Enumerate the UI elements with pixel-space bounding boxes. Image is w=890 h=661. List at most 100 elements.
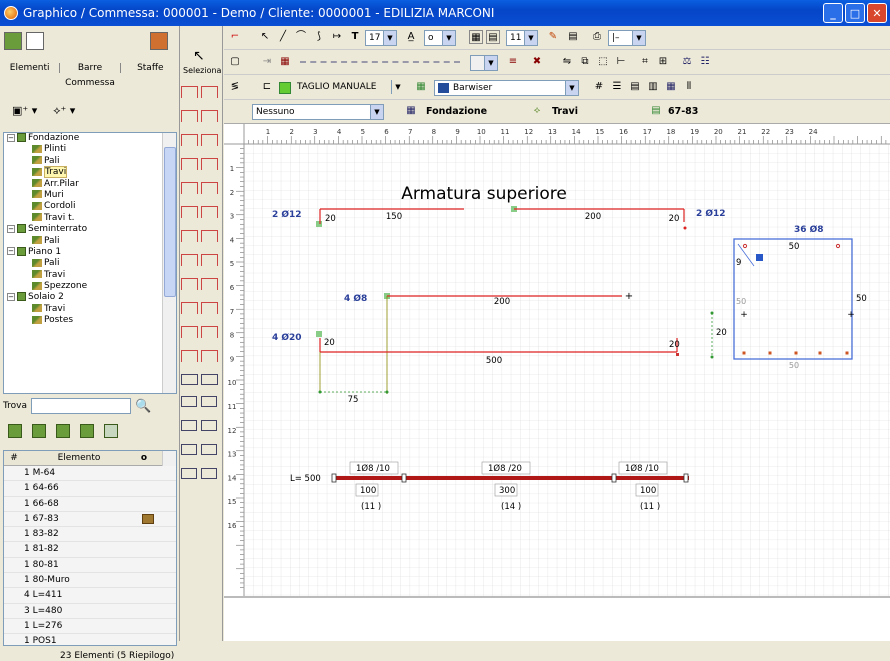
table-row[interactable]: 1 67-83 xyxy=(4,511,176,528)
print-icon[interactable]: ⎙ xyxy=(590,30,604,44)
bar-endpoint[interactable] xyxy=(316,331,322,337)
box-tool-icon[interactable] xyxy=(181,468,197,479)
col-num[interactable]: # xyxy=(4,453,24,463)
bar-split-icon[interactable]: ⇋ xyxy=(560,55,574,69)
add-icon[interactable] xyxy=(8,424,22,438)
grid-icon[interactable]: ▦ xyxy=(469,30,483,44)
document-icon[interactable] xyxy=(26,32,44,50)
bar-shape-tool-icon[interactable] xyxy=(201,350,218,362)
collapse-icon[interactable]: − xyxy=(7,292,15,301)
hatch-icon[interactable]: # xyxy=(592,80,606,94)
dim-point[interactable] xyxy=(710,311,714,315)
tree-group[interactable]: − Fondazione xyxy=(4,133,176,144)
minimize-button[interactable]: _ xyxy=(823,3,843,23)
nessuno-select[interactable]: Nessuno ▼ xyxy=(252,104,384,120)
tree-item[interactable]: Pali xyxy=(4,236,176,247)
table-row[interactable]: 1 80-81 xyxy=(4,557,176,574)
bar-link-icon[interactable]: ⬚ xyxy=(596,55,610,69)
bar-shape-tool-icon[interactable] xyxy=(201,302,218,314)
tree-item[interactable]: Plinti xyxy=(4,144,176,155)
box-tool-icon[interactable] xyxy=(181,420,197,431)
bar-shape-tool-icon[interactable] xyxy=(181,206,198,218)
bar-shape-tool-icon[interactable] xyxy=(201,110,218,122)
barwiser-select[interactable]: Barwiser ▼ xyxy=(434,80,579,96)
corner-icon[interactable]: ⌐ xyxy=(228,30,242,44)
bar-delete-icon[interactable]: ✖ xyxy=(530,55,544,69)
dim-point[interactable] xyxy=(318,390,322,394)
arc-tool-icon[interactable]: ⌒ xyxy=(294,30,308,44)
taglio-select[interactable]: TAGLIO MANUALE ▼ xyxy=(294,80,404,96)
box-tool-icon[interactable] xyxy=(201,444,217,455)
section-bar-point[interactable] xyxy=(768,351,772,355)
select-tool-icon[interactable]: ↖ xyxy=(258,30,272,44)
bar-dim-icon[interactable]: ⇥ xyxy=(260,55,274,69)
bar-size-select[interactable]: ▼ xyxy=(470,55,498,71)
bar-end-marker[interactable] xyxy=(676,353,679,356)
tab-staffe[interactable]: Staffe xyxy=(121,63,180,73)
drawing-svg[interactable]: 1 2 3 4 5 6 7 8 9 10 11 12 13 14 15 16 17 18 19 20 21 22 23 241… xyxy=(224,124,890,596)
bar-shape-tool-icon[interactable] xyxy=(181,350,198,362)
layout4-icon[interactable]: ⫴ xyxy=(682,80,696,94)
grid2-icon[interactable]: ▤ xyxy=(486,30,500,44)
font-size-select[interactable]: 17 ▼ xyxy=(365,30,397,46)
bar-shape-tool-icon[interactable] xyxy=(181,86,198,98)
bar-rxt-icon[interactable]: ▦ xyxy=(278,55,292,69)
collapse-icon[interactable]: − xyxy=(7,133,15,142)
table-row[interactable]: 3 L=480 xyxy=(4,603,176,619)
tree-item[interactable]: Cordoli xyxy=(4,201,176,212)
col-elemento[interactable]: Elemento xyxy=(24,453,134,463)
bar-cut-icon[interactable]: ⌗ xyxy=(638,55,652,69)
table-row[interactable]: 1 64-66 xyxy=(4,481,176,497)
bar-calc-icon[interactable]: ⚖ xyxy=(680,55,694,69)
box-tool-icon[interactable] xyxy=(181,444,197,455)
table-row[interactable]: 1 L=276 xyxy=(4,618,176,635)
layout1-icon[interactable]: ▤ xyxy=(628,80,642,94)
dimension-tool-icon[interactable]: ↦ xyxy=(330,30,344,44)
table-row[interactable]: 1 83-82 xyxy=(4,527,176,543)
print-option-select[interactable]: |– ▼ xyxy=(608,30,646,46)
tree-item[interactable]: Travi xyxy=(4,270,176,281)
bar-stack-icon[interactable]: ☷ xyxy=(698,55,712,69)
bar-shape-tool-icon[interactable] xyxy=(201,278,218,290)
small-size-select[interactable]: 11 ▼ xyxy=(506,30,538,46)
text-tool-icon[interactable]: T xyxy=(348,30,362,44)
bar-shape-tool-icon[interactable] xyxy=(181,374,198,385)
element-code-label[interactable]: 67-83 xyxy=(668,106,698,117)
bar-shape-tool-icon[interactable] xyxy=(201,206,218,218)
table-row[interactable]: 4 L=411 xyxy=(4,588,176,604)
collapse-icon[interactable]: − xyxy=(7,247,15,256)
drawing-canvas[interactable]: 1 2 3 4 5 6 7 8 9 10 11 12 13 14 15 16 17 18 19 20 21 22 23 24 1… xyxy=(224,124,890,596)
section-bar-point[interactable] xyxy=(742,351,746,355)
bar-shape-tool-icon[interactable] xyxy=(181,110,198,122)
table-row[interactable]: 1 81-82 xyxy=(4,542,176,558)
list-icon[interactable] xyxy=(104,424,118,438)
close-button[interactable]: ✕ xyxy=(867,3,887,23)
table-icon[interactable]: ▤ xyxy=(566,30,580,44)
tree-item[interactable]: Pali xyxy=(4,258,176,269)
bar-endpoint[interactable] xyxy=(316,221,322,227)
bar-shape-tool-icon[interactable] xyxy=(181,326,198,338)
table-row[interactable]: 1 80-Muro xyxy=(4,573,176,589)
tree-item[interactable]: Pali xyxy=(4,156,176,167)
tree-group[interactable]: − Piano 1 xyxy=(4,246,176,258)
add-sub-element-icon[interactable]: ⟡⁺ ▾ xyxy=(53,104,75,118)
point-style-select[interactable]: o ▼ xyxy=(424,30,456,46)
tab-elementi[interactable]: Elementi xyxy=(0,63,61,73)
barwiser-icon[interactable]: ▦ xyxy=(414,80,428,94)
tree-item[interactable]: Muri xyxy=(4,190,176,201)
section-bar-point[interactable] xyxy=(818,351,822,355)
tree-item[interactable]: Travi t. xyxy=(4,213,176,224)
col-o[interactable]: o xyxy=(134,453,154,463)
bar-shape-tool-icon[interactable] xyxy=(201,182,218,194)
sketch-icon[interactable]: ≶ xyxy=(228,80,242,94)
elements-icon[interactable] xyxy=(4,32,22,50)
box-tool-icon[interactable] xyxy=(201,396,217,407)
dim-point[interactable] xyxy=(385,390,389,394)
remove-icon[interactable] xyxy=(80,424,94,438)
search-icon[interactable]: 🔍 xyxy=(135,399,151,414)
tree-item[interactable]: Travi xyxy=(4,166,176,179)
paste-icon[interactable] xyxy=(56,424,70,438)
layout3-icon[interactable]: ▦ xyxy=(664,80,678,94)
tree-item[interactable]: Arr.Pilar xyxy=(4,179,176,190)
tab-barre[interactable]: Barre xyxy=(60,63,121,73)
